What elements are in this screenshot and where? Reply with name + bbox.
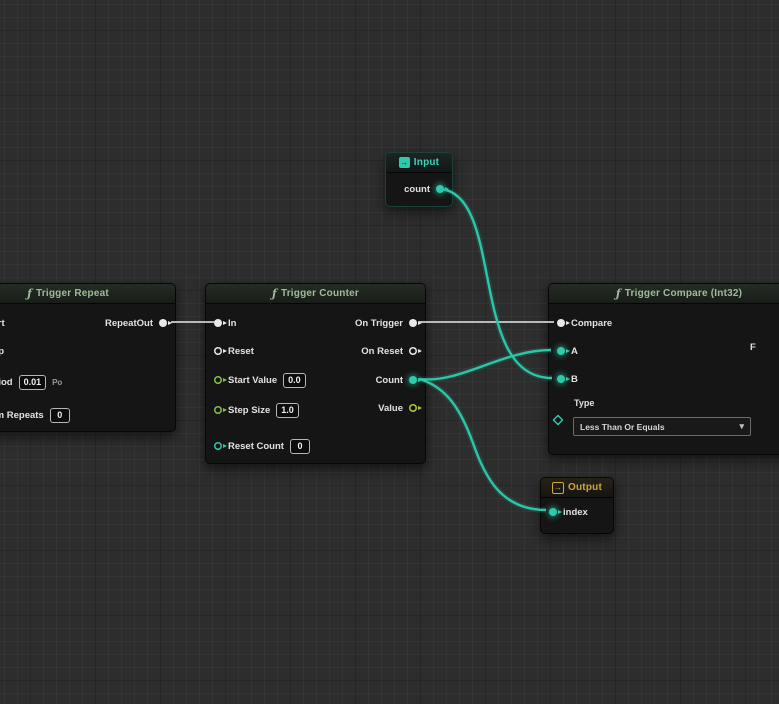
node-output[interactable]: → Output index	[540, 477, 614, 534]
int-pin-count-out[interactable]	[436, 185, 444, 193]
pin-label: Period	[0, 377, 13, 388]
node-title: Trigger Repeat	[36, 288, 109, 299]
pin-row-num-repeats: Num Repeats 0	[0, 407, 70, 423]
node-output-header[interactable]: → Output	[541, 478, 613, 498]
pin-row-repeatout: RepeatOut	[105, 315, 167, 331]
exec-pin-on-trigger[interactable]	[409, 319, 417, 327]
int-pin-index-in[interactable]	[549, 508, 557, 516]
pin-row-count: Count	[376, 372, 417, 388]
pin-label: B	[571, 374, 578, 385]
float-pin-start-value[interactable]	[214, 376, 222, 384]
pin-label: Num Repeats	[0, 410, 44, 421]
pin-label: Value	[378, 403, 403, 414]
pin-row-compare: Compare	[557, 315, 612, 331]
node-graph-canvas[interactable]: ƒ Trigger Repeat Start Stop Period 0.01 …	[0, 0, 779, 704]
pin-row-type	[554, 412, 562, 428]
wire-counter-count-to-a[interactable]	[419, 350, 551, 380]
pin-label: Stop	[0, 346, 4, 357]
node-title: Trigger Compare (Int32)	[625, 288, 742, 299]
enum-pin-type[interactable]	[552, 414, 563, 425]
pin-row-index-in: index	[549, 504, 588, 520]
pin-row-start: Start	[0, 315, 5, 331]
exec-pin-on-reset[interactable]	[409, 347, 417, 355]
type-label: Type	[574, 398, 594, 408]
pin-row-period: Period 0.01 Po	[0, 374, 62, 390]
node-trigger-repeat-header[interactable]: ƒ Trigger Repeat	[0, 284, 175, 304]
pin-row-b: B	[557, 371, 578, 387]
exec-pin-reset[interactable]	[214, 347, 222, 355]
pin-row-on-trigger: On Trigger	[355, 315, 417, 331]
clipped-output-label-fragment: F	[750, 342, 756, 353]
node-trigger-counter[interactable]: ƒ Trigger Counter In Reset Start Value 0…	[205, 283, 426, 464]
pin-label: On Trigger	[355, 318, 403, 329]
pin-row-a: A	[557, 343, 578, 359]
node-title: Input	[414, 157, 439, 168]
period-unit-fragment: Po	[52, 378, 62, 387]
value-pin-value[interactable]	[409, 404, 417, 412]
pin-row-on-reset: On Reset	[361, 343, 417, 359]
exec-pin-compare[interactable]	[557, 319, 565, 327]
pin-label: In	[228, 318, 236, 329]
wire-counter-count-to-index[interactable]	[419, 379, 546, 510]
pin-label: On Reset	[361, 346, 403, 357]
function-icon: ƒ	[27, 287, 32, 300]
pin-label: Reset Count	[228, 441, 284, 452]
wire-count-to-b[interactable]	[441, 189, 552, 378]
int-pin-reset-count[interactable]	[214, 442, 222, 450]
pin-label: Compare	[571, 318, 612, 329]
reset-count-field[interactable]: 0	[290, 439, 310, 454]
pin-row-value: Value	[378, 400, 417, 416]
node-input-header[interactable]: → Input	[386, 153, 452, 173]
node-trigger-repeat[interactable]: ƒ Trigger Repeat Start Stop Period 0.01 …	[0, 283, 176, 432]
node-trigger-compare-header[interactable]: ƒ Trigger Compare (Int32)	[549, 284, 779, 304]
pin-row-stop: Stop	[0, 343, 4, 359]
exec-pin-in[interactable]	[214, 319, 222, 327]
pin-label: RepeatOut	[105, 318, 153, 329]
node-title: Output	[568, 482, 602, 493]
int-pin-count[interactable]	[409, 376, 417, 384]
type-dropdown[interactable]: Less Than Or Equals ▾	[573, 417, 751, 436]
node-title: Trigger Counter	[281, 288, 359, 299]
output-icon: →	[552, 482, 564, 494]
pin-row-in: In	[214, 315, 236, 331]
pin-label: index	[563, 507, 588, 518]
pin-label: Step Size	[228, 405, 270, 416]
type-dropdown-value: Less Than Or Equals	[580, 422, 665, 432]
node-trigger-compare[interactable]: ƒ Trigger Compare (Int32) Compare A B Ty…	[548, 283, 779, 455]
pin-label: Count	[376, 375, 403, 386]
exec-pin-repeatout[interactable]	[159, 319, 167, 327]
step-size-field[interactable]: 1.0	[276, 403, 299, 418]
int-pin-a[interactable]	[557, 347, 565, 355]
int-pin-b[interactable]	[557, 375, 565, 383]
num-repeats-value-field[interactable]: 0	[50, 408, 70, 423]
pin-label: count	[404, 184, 430, 195]
pin-row-start-value: Start Value 0.0	[214, 372, 306, 388]
pin-row-reset: Reset	[214, 343, 254, 359]
float-pin-step-size[interactable]	[214, 406, 222, 414]
period-value-field[interactable]: 0.01	[19, 375, 47, 390]
function-icon: ƒ	[272, 287, 277, 300]
chevron-down-icon: ▾	[739, 421, 744, 432]
pin-label: Start	[0, 318, 5, 329]
pin-label: A	[571, 346, 578, 357]
pin-row-count-out: count	[404, 181, 444, 197]
pin-row-step-size: Step Size 1.0	[214, 402, 299, 418]
pin-row-reset-count: Reset Count 0	[214, 438, 310, 454]
input-icon: →	[399, 157, 410, 168]
pin-label: Reset	[228, 346, 254, 357]
node-input[interactable]: → Input count	[385, 152, 453, 207]
node-trigger-counter-header[interactable]: ƒ Trigger Counter	[206, 284, 425, 304]
start-value-field[interactable]: 0.0	[283, 373, 306, 388]
function-icon: ƒ	[616, 287, 621, 300]
pin-label: Start Value	[228, 375, 277, 386]
